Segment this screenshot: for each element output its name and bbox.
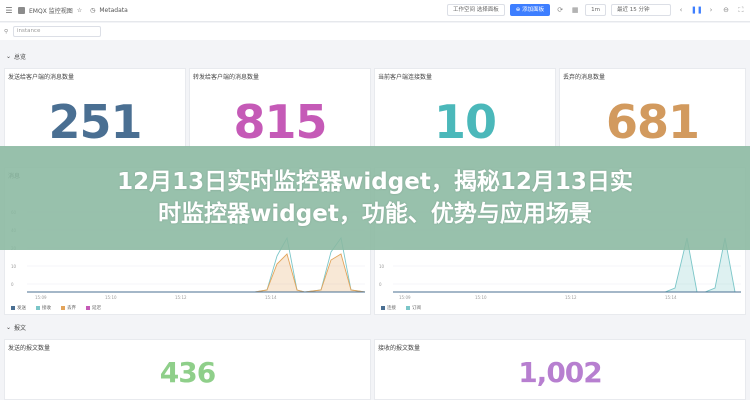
pause-icon[interactable]: ❚❚ [691,4,703,16]
chart-legend: 连接 订阅 [381,305,421,311]
stat-panel-packets-sent[interactable]: 发送的报文数量 436 [4,339,371,400]
zoom-out-icon[interactable]: ⊖ [721,4,731,16]
chart-legend: 发送 接收 丢弃 延迟 [11,305,101,311]
stat-value: 1,002 [518,356,603,389]
legend-swatch [61,305,65,310]
legend-swatch [381,305,385,310]
legend-item[interactable]: 丢弃 [61,305,76,311]
filter-icon[interactable]: ⚲ [4,29,8,35]
y-tick-label: 0 [11,282,14,287]
y-tick-label: 10 [379,264,385,269]
star-icon[interactable]: ☆ [77,7,82,14]
time-interval-button[interactable]: 1m [585,4,606,16]
fullscreen-icon[interactable]: ⛶ [736,4,746,16]
legend-item[interactable]: 订阅 [406,305,421,311]
legend-item[interactable]: 连接 [381,305,396,311]
legend-swatch [36,305,40,310]
back-icon[interactable]: ‹ [676,4,686,16]
tab-metadata[interactable]: ◷ Metadata [90,7,128,14]
stat-value: 10 [433,95,497,149]
workspace-button[interactable]: 工作空间 选择面板 [447,4,505,16]
banner-line-1: 12月13日实时监控器widget，揭秘12月13日实 [117,169,633,195]
stat-panel-forwarded[interactable]: 转发给客户端的消息数量 815 [189,68,371,149]
x-tick-label: 15:10 [105,295,117,300]
clock-icon: ◷ [90,7,96,14]
y-tick-label: 0 [379,282,382,287]
x-tick-label: 15:12 [175,295,187,300]
stat-value: 815 [233,95,327,149]
chevron-down-icon: ⌄ [6,324,12,331]
grid-icon[interactable]: ▦ [570,4,580,16]
x-tick-label: 15:10 [475,295,487,300]
dashboard-icon [18,7,25,14]
stat-value: 251 [48,95,142,149]
top-bar: ☰ EMQX 监控视图 ☆ ◷ Metadata 工作空间 选择面板 ⊕ 添加面… [0,0,750,22]
toolbar: 工作空间 选择面板 ⊕ 添加面板 ⟳ ▦ 1m 最近 15 分钟 ‹ ❚❚ › … [447,4,746,16]
legend-swatch [11,305,15,310]
stat-value: 681 [605,95,700,149]
time-range-picker[interactable]: 最近 15 分钟 [611,4,671,16]
legend-swatch [86,305,90,310]
instance-select[interactable]: instance [13,26,102,37]
stat-panel-packets-received[interactable]: 接收的报文数量 1,002 [374,339,746,400]
legend-item[interactable]: 接收 [36,305,51,311]
y-tick-label: 10 [11,264,17,269]
legend-item[interactable]: 发送 [11,305,26,311]
series-line-dropped [27,253,366,293]
stat-panel-connections[interactable]: 当前客户端连接数量 10 [374,68,556,149]
banner-line-2: 时监控器widget，功能、优势与应用场景 [158,201,592,227]
refresh-icon[interactable]: ⟳ [555,4,565,16]
x-tick-label: 15:12 [565,295,577,300]
forward-icon[interactable]: › [706,4,716,16]
stat-panel-dropped[interactable]: 丢弃的消息数量 681 [559,68,746,149]
legend-item[interactable]: 延迟 [86,305,101,311]
tab-emqx[interactable]: EMQX 监控视图 ☆ [18,6,82,15]
menu-icon[interactable]: ☰ [4,6,14,16]
stat-value: 436 [159,356,216,389]
x-tick-label: 15:09 [399,295,411,300]
section-overview[interactable]: ⌄ 总览 [6,52,26,61]
filter-bar: ⚲ instance [0,23,750,40]
chevron-down-icon: ⌄ [6,53,12,60]
x-tick-label: 15:14 [665,295,677,300]
x-tick-label: 15:14 [265,295,277,300]
legend-swatch [406,305,410,310]
x-tick-label: 15:09 [35,295,47,300]
title-banner: 12月13日实时监控器widget，揭秘12月13日实 时监控器widget，功… [0,146,750,250]
section-packets[interactable]: ⌄ 报文 [6,323,26,332]
stat-panel-sent[interactable]: 发送给客户端的消息数量 251 [4,68,186,149]
add-panel-button[interactable]: ⊕ 添加面板 [509,4,551,16]
